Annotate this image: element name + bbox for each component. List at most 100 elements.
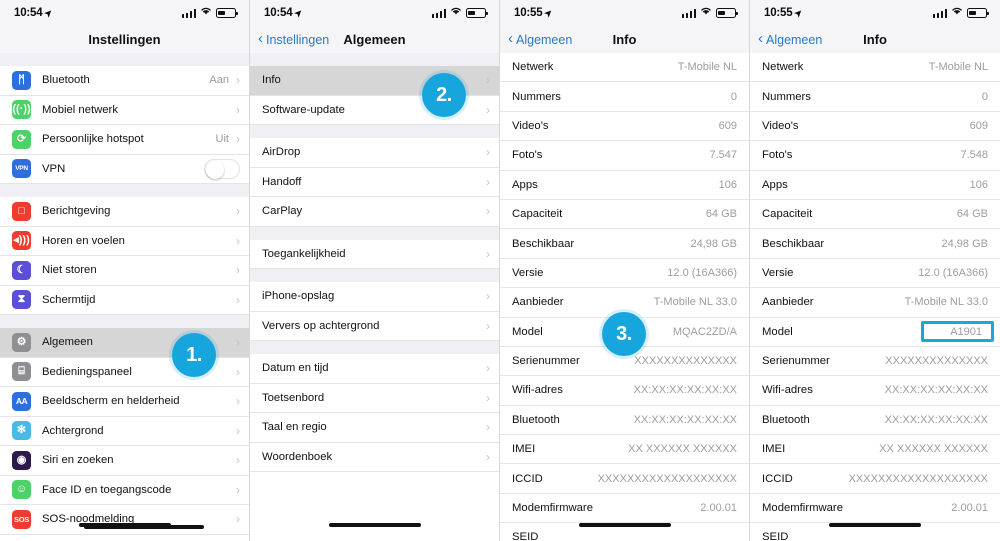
toggle-knob	[206, 160, 224, 179]
info-row-key: Aanbieder	[762, 296, 814, 309]
info-row-value: 0	[981, 90, 988, 103]
settings-row[interactable]: ⧗ Schermtijd ›	[0, 285, 249, 315]
settings-row[interactable]: ◂))) Horen en voelen ›	[0, 226, 249, 256]
settings-row[interactable]: CarPlay ›	[250, 197, 499, 227]
settings-row-label: iPhone-opslag	[262, 290, 335, 303]
chevron-right-icon: ›	[236, 132, 240, 147]
battery-level	[468, 10, 476, 16]
info-row[interactable]: Beschikbaar 24,98 GB	[500, 229, 749, 259]
face-id-icon-glyph: ☺	[15, 483, 28, 496]
back-button-label: Instellingen	[266, 32, 330, 47]
info-row[interactable]: Nummers 0	[500, 82, 749, 112]
info-row[interactable]: Nummers 0	[750, 82, 1000, 112]
info-row[interactable]: Netwerk T-Mobile NL	[750, 53, 1000, 83]
settings-row[interactable]: ☾ Niet storen ›	[0, 256, 249, 286]
info-row-key: Video's	[762, 119, 799, 132]
info-row[interactable]: ICCID XXXXXXXXXXXXXXXXXXX	[500, 464, 749, 494]
info-row[interactable]: Netwerk T-Mobile NL	[500, 53, 749, 83]
cellular-signal-icon	[932, 9, 947, 18]
settings-row[interactable]: ᛗ Bluetooth Aan ›	[0, 66, 249, 96]
info-row-value: T-Mobile NL 33.0	[904, 296, 988, 309]
phone-panel-info-model-identifier: 10:55 ➤ ‹ Algemeen Info Netwerk T-Mobile NL Num…	[750, 0, 1000, 541]
settings-row[interactable]: □ Berichtgeving ›	[0, 197, 249, 227]
info-row-key: Serienummer	[512, 355, 580, 368]
info-row-value: XXXXXXXXXXXXXXXXXXX	[848, 472, 988, 485]
settings-row[interactable]: AA Beeldscherm en helderheid ›	[0, 387, 249, 417]
info-row-value: 106	[969, 178, 988, 191]
settings-row-label: Ververs op achtergrond	[262, 319, 380, 332]
settings-row-label: Bluetooth	[42, 74, 90, 87]
info-row[interactable]: Model A1901	[750, 317, 1000, 347]
settings-row[interactable]: Datum en tijd ›	[250, 354, 499, 384]
info-row-key: Nummers	[512, 90, 561, 103]
info-row-key: Nummers	[762, 90, 811, 103]
info-row[interactable]: Video's 609	[500, 111, 749, 142]
settings-row[interactable]: ⟳ Persoonlijke hotspot Uit ›	[0, 125, 249, 155]
chevron-right-icon: ›	[236, 335, 240, 350]
back-button[interactable]: ‹ Algemeen	[758, 26, 822, 53]
settings-row[interactable]: AirDrop ›	[250, 138, 499, 168]
info-row[interactable]: Versie 12.0 (16A366)	[750, 258, 1000, 289]
chevron-right-icon: ›	[486, 390, 490, 405]
info-row-key: Modemfirmware	[762, 502, 843, 515]
settings-list: Netwerk T-Mobile NL Nummers 0 Video's 609 Foto…	[500, 53, 749, 541]
info-row[interactable]: Apps 106	[500, 170, 749, 200]
info-row-value: 2.00.01	[951, 502, 988, 515]
back-button[interactable]: ‹ Algemeen	[508, 26, 572, 53]
settings-row[interactable]: ✻ Achtergrond ›	[0, 416, 249, 446]
settings-row[interactable]: VPN VPN	[0, 154, 249, 184]
info-row[interactable]: Serienummer XXXXXXXXXXXXXX	[750, 346, 1000, 377]
info-row[interactable]: IMEI XX XXXXXX XXXXXX	[500, 435, 749, 465]
notifications-icon: □	[12, 201, 31, 221]
settings-row[interactable]: iPhone-opslag ›	[250, 282, 499, 312]
info-row-value: 12.0 (16A366)	[667, 266, 737, 279]
chevron-right-icon: ›	[486, 361, 490, 376]
hotspot-icon: ⟳	[12, 129, 31, 149]
info-row[interactable]: Foto's 7.547	[500, 141, 749, 171]
back-button-label: Algemeen	[766, 32, 823, 47]
display-brightness-icon: AA	[12, 391, 31, 411]
settings-row[interactable]: Taal en regio ›	[250, 413, 499, 443]
info-row[interactable]: Versie 12.0 (16A366)	[500, 258, 749, 289]
info-row[interactable]: Bluetooth XX:XX:XX:XX:XX:XX	[750, 405, 1000, 436]
info-row[interactable]: Foto's 7.548	[750, 141, 1000, 171]
settings-row-label: CarPlay	[262, 205, 303, 218]
info-row-value: T-Mobile NL 33.0	[653, 296, 737, 309]
battery-level	[718, 10, 726, 16]
info-row-value: 7.547	[709, 149, 737, 162]
settings-row[interactable]: Toegankelijkheid ›	[250, 239, 499, 269]
info-row[interactable]: IMEI XX XXXXXX XXXXXX	[750, 435, 1000, 465]
info-row[interactable]: Capaciteit 64 GB	[500, 199, 749, 230]
settings-row[interactable]: SOS SOS-noodmelding ›	[0, 505, 249, 535]
sounds-icon: ◂)))	[12, 231, 31, 251]
info-row[interactable]: Video's 609	[750, 111, 1000, 142]
settings-row-label: Siri en zoeken	[42, 454, 114, 467]
info-row[interactable]: Capaciteit 64 GB	[750, 199, 1000, 230]
info-row[interactable]: Wifi-adres XX:XX:XX:XX:XX:XX	[500, 376, 749, 406]
settings-row-label: Beeldscherm en helderheid	[42, 395, 180, 408]
info-row-key: ICCID	[762, 472, 793, 485]
info-row[interactable]: Wifi-adres XX:XX:XX:XX:XX:XX	[750, 376, 1000, 406]
settings-row[interactable]: Ververs op achtergrond ›	[250, 311, 499, 341]
settings-row-label: Toetsenbord	[262, 391, 325, 404]
info-row[interactable]: Beschikbaar 24,98 GB	[750, 229, 1000, 259]
group-separator	[0, 315, 249, 328]
back-button[interactable]: ‹ Instellingen	[258, 26, 329, 53]
settings-row[interactable]: ☺ Face ID en toegangscode ›	[0, 475, 249, 505]
settings-row[interactable]: Woordenboek ›	[250, 442, 499, 472]
info-row-key: Apps	[512, 178, 538, 191]
vpn-toggle[interactable]	[204, 158, 240, 179]
info-row[interactable]: Bluetooth XX:XX:XX:XX:XX:XX	[500, 405, 749, 436]
vpn-icon: VPN	[12, 159, 31, 179]
settings-row[interactable]: ◉ Siri en zoeken ›	[0, 446, 249, 476]
settings-row[interactable]: ((·)) Mobiel netwerk ›	[0, 95, 249, 125]
info-row[interactable]: ICCID XXXXXXXXXXXXXXXXXXX	[750, 464, 1000, 494]
info-row[interactable]: Modemfirmware 2.00.01	[750, 493, 1000, 524]
notifications-icon-glyph: □	[18, 204, 25, 217]
info-row[interactable]: Apps 106	[750, 170, 1000, 200]
settings-row[interactable]: Toetsenbord ›	[250, 383, 499, 413]
info-row[interactable]: Modemfirmware 2.00.01	[500, 493, 749, 524]
settings-row[interactable]: Handoff ›	[250, 167, 499, 197]
settings-row-label: Toegankelijkheid	[262, 247, 346, 260]
info-row[interactable]: Aanbieder T-Mobile NL 33.0	[750, 288, 1000, 318]
